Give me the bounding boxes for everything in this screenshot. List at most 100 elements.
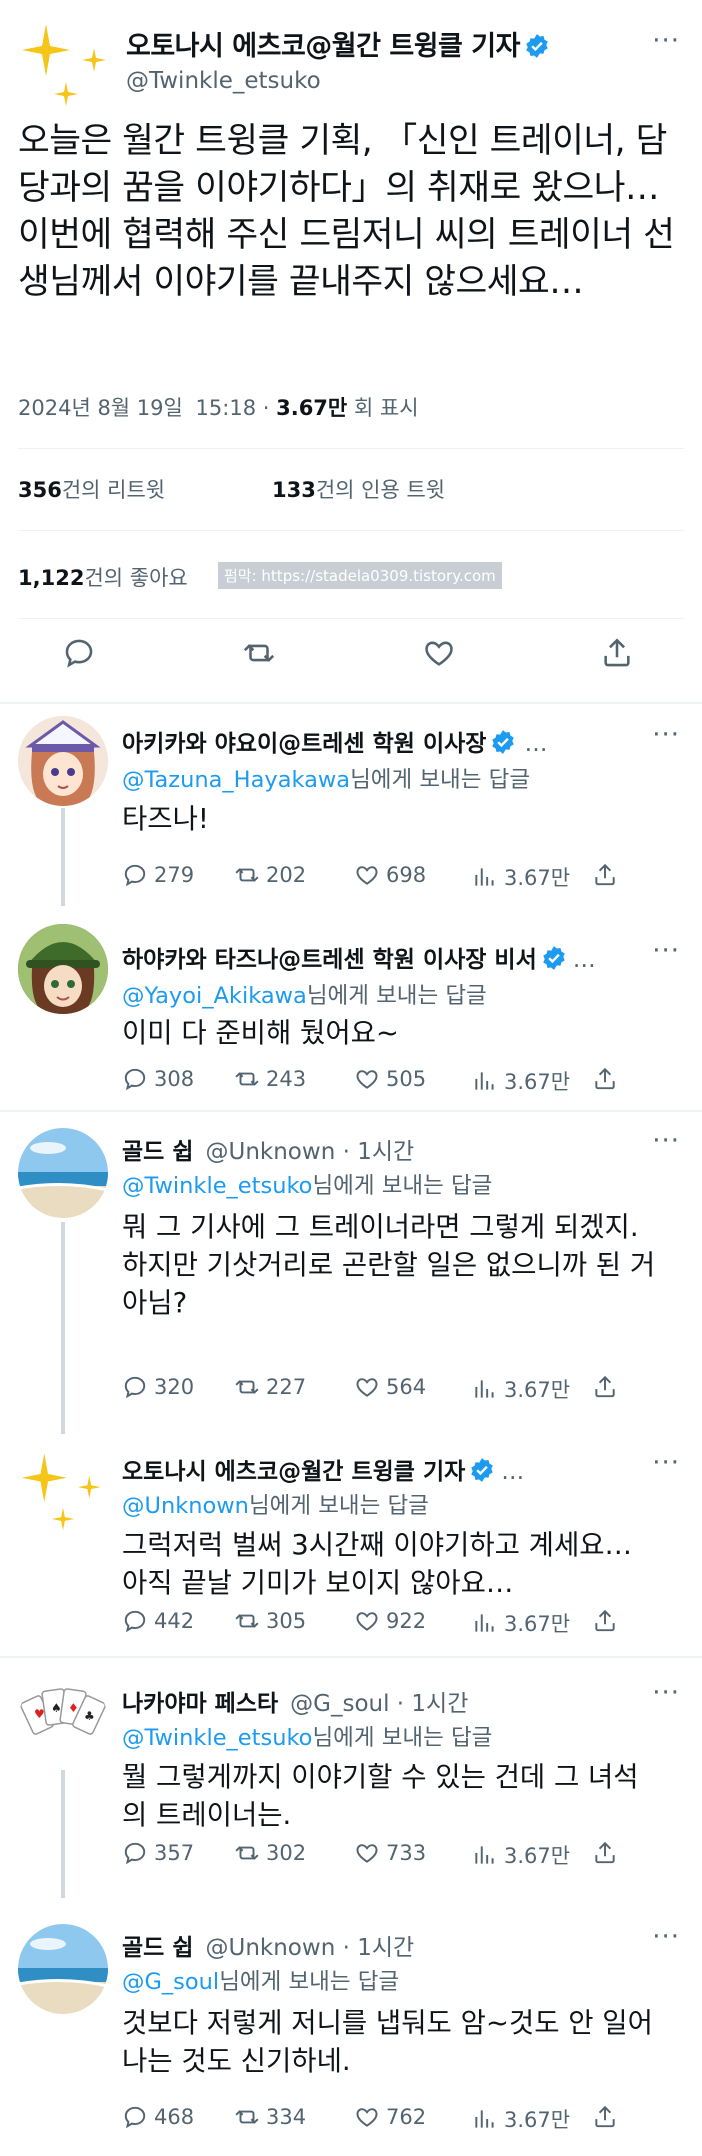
reply-author[interactable]: 하야카와 타즈나@트레센 학원 이사장 비서… <box>122 940 596 974</box>
reply-retweet-button[interactable]: 305 <box>234 1608 306 1634</box>
reply-like-button[interactable]: 505 <box>354 1066 426 1092</box>
mention-link[interactable]: @Tazuna_Hayakawa <box>122 767 350 793</box>
reply-comment-button[interactable]: 308 <box>122 1066 194 1092</box>
mention-link[interactable]: @Twinkle_etsuko <box>122 1725 312 1751</box>
reply-share-button[interactable] <box>592 1374 618 1400</box>
reply-handle-time: @Unknown · 1시간 <box>205 1139 415 1165</box>
reply-author-name[interactable]: 골드 쉽 <box>122 1935 194 1961</box>
mention-link[interactable]: @Twinkle_etsuko <box>122 1173 312 1199</box>
reply-comment-button[interactable]: 468 <box>122 2104 194 2130</box>
reply-like-button[interactable]: 922 <box>354 1608 426 1634</box>
tweet-date[interactable]: 2024년 8월 19일 <box>18 396 183 420</box>
avatar[interactable]: ♥ ♠ ♦ ♣ <box>18 1676 108 1766</box>
avatar[interactable] <box>18 924 108 1014</box>
reply-item[interactable]: ♥ ♠ ♦ ♣ 나카야마 페스타 @G_soul · 1시간 ··· @Twink… <box>0 1658 702 1898</box>
more-options-button[interactable]: ··· <box>652 1922 680 1952</box>
reply-like-button[interactable]: 698 <box>354 862 426 888</box>
reply-author-name[interactable]: 하야카와 타즈나@트레센 학원 이사장 비서 <box>122 947 537 973</box>
share-icon <box>595 1375 615 1398</box>
avatar[interactable] <box>18 716 108 806</box>
reply-views-button[interactable]: 3.67만 <box>472 1374 570 1404</box>
reply-comment-button[interactable]: 442 <box>122 1608 194 1634</box>
reply-views-button[interactable]: 3.67만 <box>472 2104 570 2134</box>
reply-item[interactable]: 아키카와 야요이@트레센 학원 이사장 … ··· @Tazuna_Hayakaw… <box>0 704 702 906</box>
reply-button[interactable] <box>62 636 102 676</box>
reply-retweet-button[interactable]: 243 <box>234 1066 306 1092</box>
more-options-button[interactable]: ··· <box>652 1448 680 1478</box>
mention-link[interactable]: @G_soul <box>122 1969 219 1995</box>
reply-author[interactable]: 오토나시 에츠코@월간 트윙클 기자… <box>122 1452 524 1486</box>
comment-count: 468 <box>154 2105 195 2129</box>
author-name-text[interactable]: 오토나시 에츠코@월간 트윙클 기자 <box>126 31 520 62</box>
author-name[interactable]: 오토나시 에츠코@월간 트윙클 기자 <box>126 24 550 63</box>
reply-retweet-button[interactable]: 202 <box>234 862 306 888</box>
retweet-stat[interactable]: 356건의 리트윗 <box>18 474 165 504</box>
retweet-count: 302 <box>266 1841 307 1865</box>
views-chart-icon <box>475 1072 494 1090</box>
reply-author-name[interactable]: 골드 쉽 <box>122 1139 194 1165</box>
reply-retweet-button[interactable]: 302 <box>234 1840 306 1866</box>
reply-item[interactable]: 하야카와 타즈나@트레센 학원 이사장 비서 … ··· @Yayoi_Akika… <box>0 906 702 1108</box>
retweet-button[interactable] <box>242 636 282 676</box>
avatar-image <box>18 924 108 1014</box>
tweet-time[interactable]: 15:18 <box>196 396 257 420</box>
reply-like-button[interactable]: 733 <box>354 1840 426 1866</box>
reply-author[interactable]: 골드 쉽 @Unknown · 1시간 <box>122 1928 414 1962</box>
reply-retweet-button[interactable]: 334 <box>234 2104 306 2130</box>
avatar[interactable] <box>18 1128 108 1218</box>
reply-comment-button[interactable]: 320 <box>122 1374 194 1400</box>
reply-text: 뭘 그렇게까지 이야기할 수 있는 건데 그 녀석의 트레이너는. <box>122 1761 639 1831</box>
reply-author[interactable]: 나카야마 페스타 @G_soul · 1시간 <box>122 1684 468 1718</box>
share-button[interactable] <box>600 636 640 676</box>
reply-share-button[interactable] <box>592 1066 618 1092</box>
quote-stat[interactable]: 133건의 인용 트윗 <box>272 474 445 504</box>
reply-icon <box>65 639 93 668</box>
reply-views-button[interactable]: 3.67만 <box>472 862 570 892</box>
sparkle-avatar-icon[interactable] <box>18 16 114 108</box>
tweet-text: 오늘은 월간 트윙클 기획, 「신인 트레이너, 담당과의 꿈을 이야기하다」의… <box>18 121 675 302</box>
reply-views-button[interactable]: 3.67만 <box>472 1066 570 1096</box>
avatar-image <box>18 716 108 806</box>
more-options-button[interactable]: ··· <box>652 1126 680 1156</box>
reply-author-name[interactable]: 아키카와 야요이@트레센 학원 이사장 <box>122 731 486 757</box>
more-options-button[interactable]: ··· <box>652 936 680 966</box>
reply-share-button[interactable] <box>592 1608 618 1634</box>
reply-stats: 468 334 762 3.67만 <box>122 2104 682 2140</box>
reply-comment-button[interactable]: 357 <box>122 1840 194 1866</box>
reply-share-button[interactable] <box>592 862 618 888</box>
reply-share-button[interactable] <box>592 2104 618 2130</box>
reply-views-button[interactable]: 3.67만 <box>472 1608 570 1638</box>
like-button[interactable] <box>422 636 462 676</box>
reply-item[interactable]: 오토나시 에츠코@월간 트윙클 기자 … ··· @Unknown님에게 보내는 … <box>0 1434 702 1656</box>
reply-like-button[interactable]: 762 <box>354 2104 426 2130</box>
sparkle-avatar-icon[interactable] <box>18 1444 108 1534</box>
more-options-button[interactable]: ··· <box>652 26 680 56</box>
reply-to-label: 님에게 보내는 답글 <box>248 1493 429 1519</box>
reply-share-button[interactable] <box>592 1840 618 1866</box>
reply-views-button[interactable]: 3.67만 <box>472 1840 570 1870</box>
reply-author[interactable]: 골드 쉽 @Unknown · 1시간 <box>122 1132 414 1166</box>
reply-retweet-button[interactable]: 227 <box>234 1374 306 1400</box>
reply-author-name[interactable]: 오토나시 에츠코@월간 트윙클 기자 <box>122 1459 465 1485</box>
retweet-icon <box>235 868 259 882</box>
more-options-button[interactable]: ··· <box>652 1678 680 1708</box>
avatar[interactable] <box>18 1924 108 2014</box>
comment-count: 320 <box>154 1375 195 1399</box>
like-stat[interactable]: 1,122건의 좋아요 <box>18 562 188 592</box>
retweet-count: 243 <box>266 1067 307 1091</box>
reply-like-button[interactable]: 564 <box>354 1374 426 1400</box>
reply-author[interactable]: 아키카와 야요이@트레센 학원 이사장… <box>122 724 547 758</box>
reply-to-label: 님에게 보내는 답글 <box>219 1969 400 1995</box>
author-handle[interactable]: @Twinkle_etsuko <box>126 68 321 94</box>
more-options-button[interactable]: ··· <box>652 720 680 750</box>
reply-icon <box>124 1610 146 1633</box>
reply-author-name[interactable]: 나카야마 페스타 <box>122 1691 278 1717</box>
share-icon <box>595 1609 615 1632</box>
reply-item[interactable]: 골드 쉽 @Unknown · 1시간 ··· @Twinkle_etsuko님에… <box>0 1112 702 1434</box>
mention-link[interactable]: @Unknown <box>122 1493 249 1519</box>
retweet-icon <box>235 1846 259 1860</box>
mention-link[interactable]: @Yayoi_Akikawa <box>122 983 307 1009</box>
reply-comment-button[interactable]: 279 <box>122 862 194 888</box>
reply-item[interactable]: 골드 쉽 @Unknown · 1시간 ··· @G_soul님에게 보내는 답글… <box>0 1898 702 2156</box>
quote-label: 건의 인용 트윗 <box>315 478 446 502</box>
